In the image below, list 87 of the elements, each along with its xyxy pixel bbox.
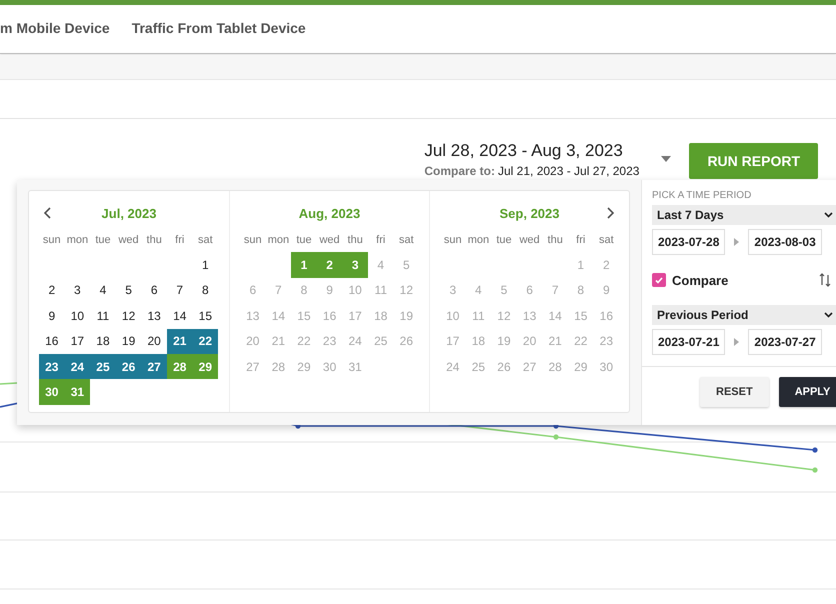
weekday-label: sat <box>598 232 615 248</box>
weekday-label: sun <box>242 232 263 248</box>
weekday-label: thu <box>146 232 163 248</box>
end-date-field[interactable]: 2023-08-03 <box>748 229 822 255</box>
section-heading: PICK A TIME PERIOD <box>652 190 752 201</box>
month-title: Aug, 2023 <box>298 206 360 220</box>
calendar-day[interactable]: 11 <box>90 303 116 329</box>
calendar-day[interactable]: 29 <box>192 354 218 380</box>
swap-arrows-icon[interactable] <box>819 272 831 288</box>
calendar-day[interactable]: 22 <box>192 328 218 354</box>
calendar-day[interactable]: 4 <box>90 278 116 304</box>
start-date-field[interactable]: 2023-07-21 <box>652 329 726 355</box>
month-title: Jul, 2023 <box>102 206 156 220</box>
calendar-day[interactable]: 13 <box>141 303 167 329</box>
calendar-day[interactable]: 16 <box>39 328 65 354</box>
end-date-field[interactable]: 2023-07-27 <box>748 329 822 355</box>
weekday-label: sat <box>398 232 415 248</box>
calendar-day[interactable]: 15 <box>192 303 218 329</box>
calendar-day[interactable]: 10 <box>64 303 90 329</box>
calendar-day[interactable]: 6 <box>141 278 167 304</box>
compare-label: Compare to: <box>424 164 495 178</box>
calendar-day[interactable]: 27 <box>141 354 167 380</box>
weekday-label: sun <box>42 232 62 248</box>
month-title: Sep, 2023 <box>500 206 560 220</box>
calendar-day[interactable]: 8 <box>192 278 218 304</box>
calendar-day[interactable]: 9 <box>39 303 65 329</box>
checkbox[interactable] <box>652 273 666 287</box>
weekday-label: sun <box>442 232 463 248</box>
calendar-day[interactable]: 3 <box>342 252 368 278</box>
play-arrow-icon <box>734 338 740 346</box>
calendar-day[interactable]: 26 <box>116 354 142 380</box>
calendar-day[interactable]: 31 <box>64 379 90 405</box>
period-select[interactable]: Last 7 Days <box>652 205 836 225</box>
calendar-day[interactable]: 19 <box>116 328 142 354</box>
weekday-label: fri <box>375 232 386 248</box>
data-point <box>812 447 818 453</box>
weekday-label: tue <box>495 232 513 248</box>
calendar-day[interactable]: 21 <box>166 328 193 354</box>
chevron-left-icon[interactable] <box>43 207 51 219</box>
calendar-day[interactable]: 30 <box>39 379 65 405</box>
reset-button[interactable]: RESET <box>700 377 769 407</box>
calendar-day[interactable]: 24 <box>64 354 90 380</box>
weekday-label: tue <box>295 232 313 248</box>
weekday-label: sat <box>197 232 214 248</box>
data-point <box>812 467 818 473</box>
calendar-day[interactable]: 28 <box>166 354 193 380</box>
play-arrow-icon <box>734 238 740 246</box>
chevron-right-icon[interactable] <box>607 207 615 219</box>
calendar-day[interactable]: 1 <box>291 252 317 278</box>
calendar-day[interactable]: 1 <box>192 252 218 278</box>
weekday-label: mon <box>266 232 290 248</box>
weekday-label: tue <box>94 232 112 248</box>
weekday-label: wed <box>318 232 341 248</box>
start-date-field[interactable]: 2023-07-28 <box>652 229 726 255</box>
tab[interactable]: m Mobile Device <box>0 6 110 52</box>
weekday-label: wed <box>117 232 140 248</box>
chevron-down-icon <box>824 312 833 318</box>
calendar-day[interactable]: 7 <box>166 278 193 304</box>
calendar-day[interactable]: 2 <box>39 278 65 304</box>
data-point <box>553 434 559 440</box>
weekday-label: wed <box>518 232 541 248</box>
compare-range-text: Jul 21, 2023 - Jul 27, 2023 <box>498 164 640 178</box>
calendar-day[interactable]: 12 <box>116 303 142 329</box>
weekday-label: mon <box>466 232 490 248</box>
compare-period-select[interactable]: Previous Period <box>652 305 836 325</box>
date-range-text: Jul 28, 2023 - Aug 3, 2023 <box>424 141 624 161</box>
chevron-down-icon <box>824 212 833 218</box>
calendar-day[interactable]: 3 <box>64 278 90 304</box>
weekday-label: mon <box>66 232 90 248</box>
calendar-day[interactable]: 20 <box>141 328 167 354</box>
checkbox-label[interactable]: Compare <box>672 272 728 288</box>
checkmark-icon <box>655 276 663 284</box>
run-report-button[interactable]: RUN REPORT <box>689 143 818 179</box>
apply-button[interactable]: APPLY <box>778 377 836 407</box>
weekday-label: thu <box>346 232 364 248</box>
weekday-label: fri <box>174 232 186 248</box>
calendar-day[interactable]: 2 <box>316 252 342 278</box>
calendar-day[interactable]: 23 <box>39 354 65 380</box>
tab[interactable]: Traffic From Tablet Device <box>132 6 306 52</box>
weekday-label: thu <box>546 232 564 248</box>
calendar-day[interactable]: 25 <box>90 354 116 380</box>
weekday-label: fri <box>575 232 586 248</box>
calendar-day[interactable]: 14 <box>166 303 193 329</box>
dropdown-caret-icon[interactable] <box>661 156 672 162</box>
calendar-day[interactable]: 5 <box>116 278 142 304</box>
calendar-day[interactable]: 17 <box>64 328 90 354</box>
calendar-day[interactable]: 18 <box>90 328 116 354</box>
